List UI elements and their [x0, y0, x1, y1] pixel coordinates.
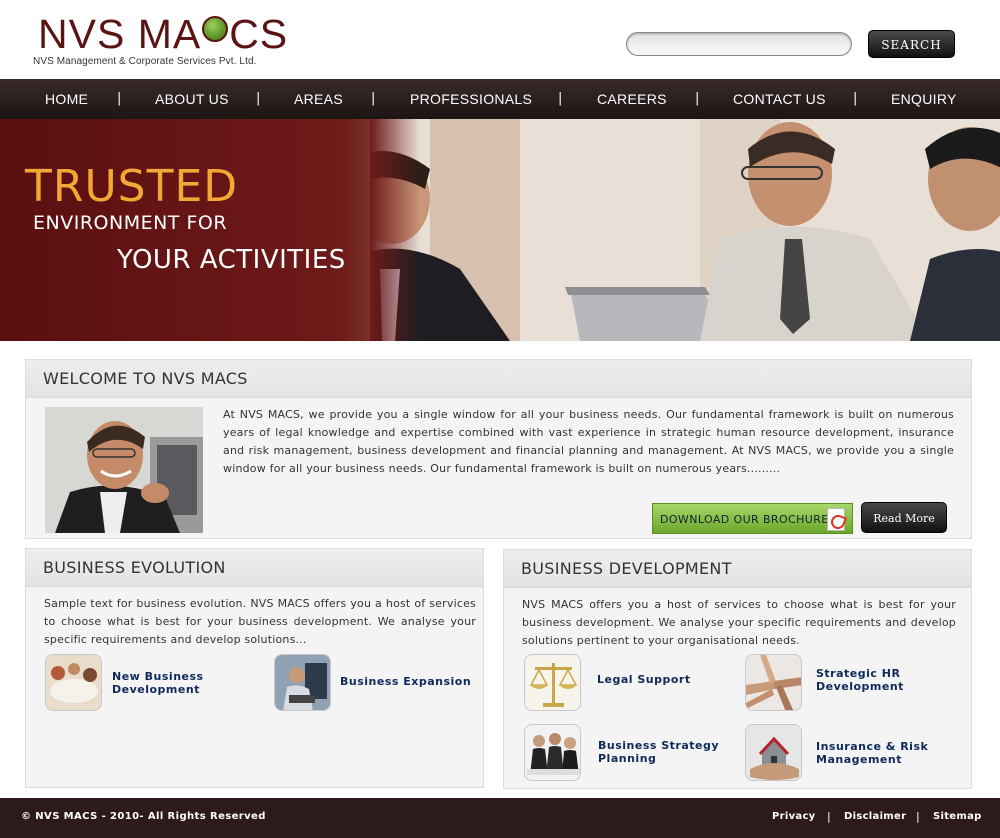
evolution-panel-header: BUSINESS EVOLUTION	[26, 549, 483, 587]
item-label-line2: Planning	[598, 752, 657, 765]
business-meeting-photo	[370, 119, 1000, 341]
new-business-development-link[interactable]: New Business Development	[112, 670, 204, 696]
nav-separator: |	[117, 91, 122, 106]
pdf-icon	[827, 508, 845, 531]
page: NVS MA CS NVS Management & Corporate Serv…	[0, 0, 1000, 838]
strategic-hr-thumbnail[interactable]	[745, 654, 802, 711]
strategic-hr-development-link[interactable]: Strategic HR Development	[816, 667, 904, 693]
development-title: BUSINESS DEVELOPMENT	[521, 559, 732, 578]
item-label-line1: Legal Support	[597, 673, 691, 686]
evolution-text: Sample text for business evolution. NVS …	[44, 597, 476, 646]
nav-item-home[interactable]: HOME	[45, 79, 88, 119]
nav-separator: |	[695, 91, 700, 106]
nav-item-careers[interactable]: CAREERS	[597, 79, 667, 119]
nav-separator: |	[256, 91, 261, 106]
nav-separator: |	[371, 91, 376, 106]
footer-separator: |	[827, 810, 831, 823]
item-label-line2: Development	[112, 683, 200, 696]
nav-item-areas[interactable]: AREAS	[294, 79, 343, 119]
business-team-icon	[525, 725, 580, 780]
development-panel-header: BUSINESS DEVELOPMENT	[504, 550, 971, 588]
logo-subtitle: NVS Management & Corporate Services Pvt.…	[33, 56, 257, 67]
banner-subline: ENVIRONMENT FOR	[33, 212, 228, 234]
house-in-hands-icon	[746, 725, 801, 780]
search-input[interactable]	[626, 32, 852, 56]
main-nav: HOME | ABOUT US | AREAS | PROFESSIONALS …	[0, 79, 1000, 119]
footer-separator: |	[916, 810, 920, 823]
legal-support-link[interactable]: Legal Support	[597, 673, 691, 686]
welcome-text: At NVS MACS, we provide you a single win…	[223, 408, 954, 475]
nav-item-about-us[interactable]: ABOUT US	[155, 79, 229, 119]
item-label-line1: Business Strategy	[598, 739, 720, 752]
nav-item-contact-us[interactable]: CONTACT US	[733, 79, 826, 119]
nav-separator: |	[558, 91, 563, 106]
business-development-panel: BUSINESS DEVELOPMENT NVS MACS offers you…	[503, 549, 972, 789]
hero-banner: TRUSTED ENVIRONMENT FOR YOUR ACTIVITIES	[0, 119, 1000, 341]
business-evolution-panel: BUSINESS EVOLUTION Sample text for busin…	[25, 548, 484, 788]
laptop-user-icon	[275, 655, 330, 710]
banner-tagline: YOUR ACTIVITIES	[117, 245, 346, 275]
globe-icon	[202, 16, 229, 42]
logo[interactable]: NVS MA CS	[38, 10, 288, 58]
business-strategy-thumbnail[interactable]	[524, 724, 581, 781]
item-label-line1: Insurance & Risk	[816, 740, 929, 753]
download-brochure-button[interactable]: DOWNLOAD OUR BROCHURE	[652, 503, 853, 534]
business-expansion-link[interactable]: Business Expansion	[340, 675, 471, 688]
insurance-risk-management-link[interactable]: Insurance & Risk Management	[816, 740, 928, 766]
welcome-photo	[45, 407, 203, 533]
welcome-panel: WELCOME TO NVS MACS At NVS MACS, we prov…	[25, 359, 972, 539]
scales-of-justice-icon	[525, 655, 580, 710]
meeting-table-icon	[46, 655, 101, 710]
read-more-button[interactable]: Read More	[861, 502, 947, 533]
nav-separator: |	[853, 91, 858, 106]
legal-support-thumbnail[interactable]	[524, 654, 581, 711]
nav-item-professionals[interactable]: PROFESSIONALS	[410, 79, 532, 119]
search-button[interactable]: SEARCH	[868, 30, 955, 58]
banner-headline: TRUSTED	[25, 161, 239, 212]
item-label-line1: Strategic HR	[816, 667, 901, 680]
footer-link-sitemap[interactable]: Sitemap	[933, 811, 982, 822]
logo-text-right: CS	[229, 11, 289, 57]
new-business-thumbnail[interactable]	[45, 654, 102, 711]
logo-text-left: NVS MA	[38, 11, 202, 57]
footer-link-privacy[interactable]: Privacy	[772, 811, 816, 822]
footer-link-disclaimer[interactable]: Disclaimer	[844, 811, 906, 822]
evolution-title: BUSINESS EVOLUTION	[43, 558, 226, 577]
footer: © NVS MACS - 2010- All Rights Reserved P…	[0, 798, 1000, 838]
business-expansion-thumbnail[interactable]	[274, 654, 331, 711]
insurance-risk-thumbnail[interactable]	[745, 724, 802, 781]
item-label-line1: Business Expansion	[340, 675, 472, 688]
welcome-panel-header: WELCOME TO NVS MACS	[26, 360, 971, 398]
item-label-line2: Development	[816, 680, 904, 693]
team-hands-icon	[746, 655, 801, 710]
nav-item-enquiry[interactable]: ENQUIRY	[891, 79, 957, 119]
business-strategy-planning-link[interactable]: Business Strategy Planning	[598, 739, 719, 765]
welcome-title: WELCOME TO NVS MACS	[43, 369, 248, 388]
copyright-text: © NVS MACS - 2010- All Rights Reserved	[21, 811, 266, 822]
brochure-label: DOWNLOAD OUR BROCHURE	[660, 513, 829, 526]
item-label-line1: New Business	[112, 670, 204, 683]
development-text: NVS MACS offers you a host of services t…	[522, 598, 956, 647]
item-label-line2: Management	[816, 753, 902, 766]
header: NVS MA CS NVS Management & Corporate Serv…	[0, 0, 1000, 79]
